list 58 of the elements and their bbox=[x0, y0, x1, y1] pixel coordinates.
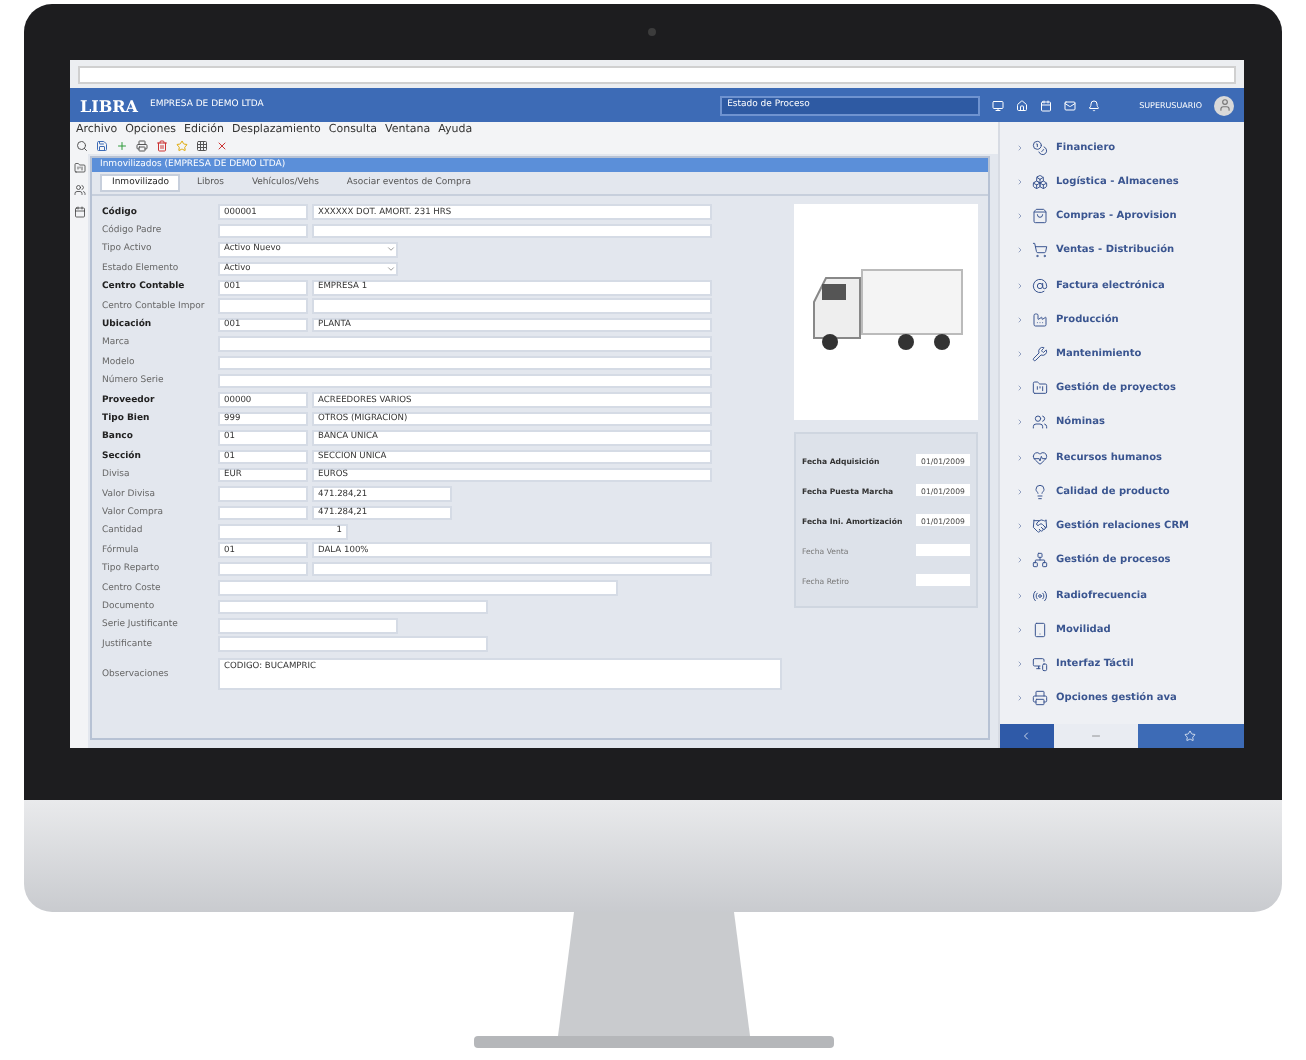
star-icon bbox=[1184, 730, 1197, 742]
code-field[interactable] bbox=[218, 298, 308, 314]
folder-icon bbox=[1032, 380, 1048, 397]
printer-icon bbox=[1032, 690, 1048, 707]
avatar-icon[interactable] bbox=[1214, 95, 1234, 115]
coins-icon bbox=[1032, 139, 1048, 156]
date-field[interactable] bbox=[916, 544, 970, 556]
text-field[interactable] bbox=[218, 486, 308, 502]
chevron-left-icon bbox=[1020, 730, 1033, 742]
home-icon[interactable] bbox=[1015, 99, 1028, 111]
app-logo: LIBRA bbox=[80, 95, 138, 115]
grid-icon[interactable] bbox=[196, 140, 208, 152]
folder-icon[interactable] bbox=[73, 162, 85, 174]
mail-icon[interactable] bbox=[1063, 99, 1076, 111]
text-field[interactable] bbox=[218, 355, 712, 371]
description-field[interactable] bbox=[312, 298, 712, 314]
printer-icon[interactable] bbox=[136, 140, 148, 152]
factory-icon bbox=[1032, 311, 1048, 328]
people-icon bbox=[1032, 414, 1048, 431]
text-field[interactable] bbox=[218, 373, 712, 389]
text-field[interactable] bbox=[218, 599, 488, 615]
radio-icon bbox=[1032, 587, 1048, 604]
code-field[interactable] bbox=[218, 223, 308, 239]
text-field[interactable] bbox=[218, 505, 308, 521]
description-field[interactable] bbox=[312, 561, 712, 577]
phone-icon bbox=[1032, 621, 1048, 638]
text-field[interactable] bbox=[218, 336, 712, 352]
text-field[interactable] bbox=[218, 636, 488, 652]
description-field[interactable] bbox=[312, 223, 712, 239]
text-field[interactable] bbox=[218, 580, 618, 596]
monitor-icon[interactable] bbox=[991, 99, 1004, 111]
devices-icon bbox=[1032, 656, 1048, 673]
trash-icon[interactable] bbox=[156, 140, 168, 152]
bag-icon bbox=[1032, 208, 1048, 225]
at-sign-icon bbox=[1032, 277, 1048, 294]
minus-icon bbox=[1089, 730, 1102, 742]
calendar-icon[interactable] bbox=[73, 206, 85, 218]
lightbulb-icon bbox=[1032, 483, 1048, 500]
date-field[interactable] bbox=[916, 574, 970, 586]
bell-icon[interactable] bbox=[1087, 99, 1100, 111]
close-icon[interactable] bbox=[216, 140, 228, 152]
search-icon[interactable] bbox=[76, 140, 88, 152]
wrench-icon bbox=[1032, 346, 1048, 363]
star-icon[interactable] bbox=[176, 140, 188, 152]
favorites-button[interactable] bbox=[1137, 724, 1244, 748]
menu-button[interactable] bbox=[1053, 724, 1138, 748]
add-icon[interactable] bbox=[116, 140, 128, 152]
cart-icon bbox=[1032, 242, 1048, 259]
people-icon[interactable] bbox=[73, 184, 85, 196]
text-field[interactable] bbox=[218, 618, 398, 634]
code-field[interactable] bbox=[218, 561, 308, 577]
address-field[interactable] bbox=[78, 66, 1236, 84]
heart-icon bbox=[1032, 449, 1048, 466]
save-icon[interactable] bbox=[96, 140, 108, 152]
boxes-icon bbox=[1032, 173, 1048, 190]
handshake-icon bbox=[1032, 518, 1048, 535]
network-icon bbox=[1032, 552, 1048, 569]
collapse-button[interactable] bbox=[1000, 724, 1054, 748]
